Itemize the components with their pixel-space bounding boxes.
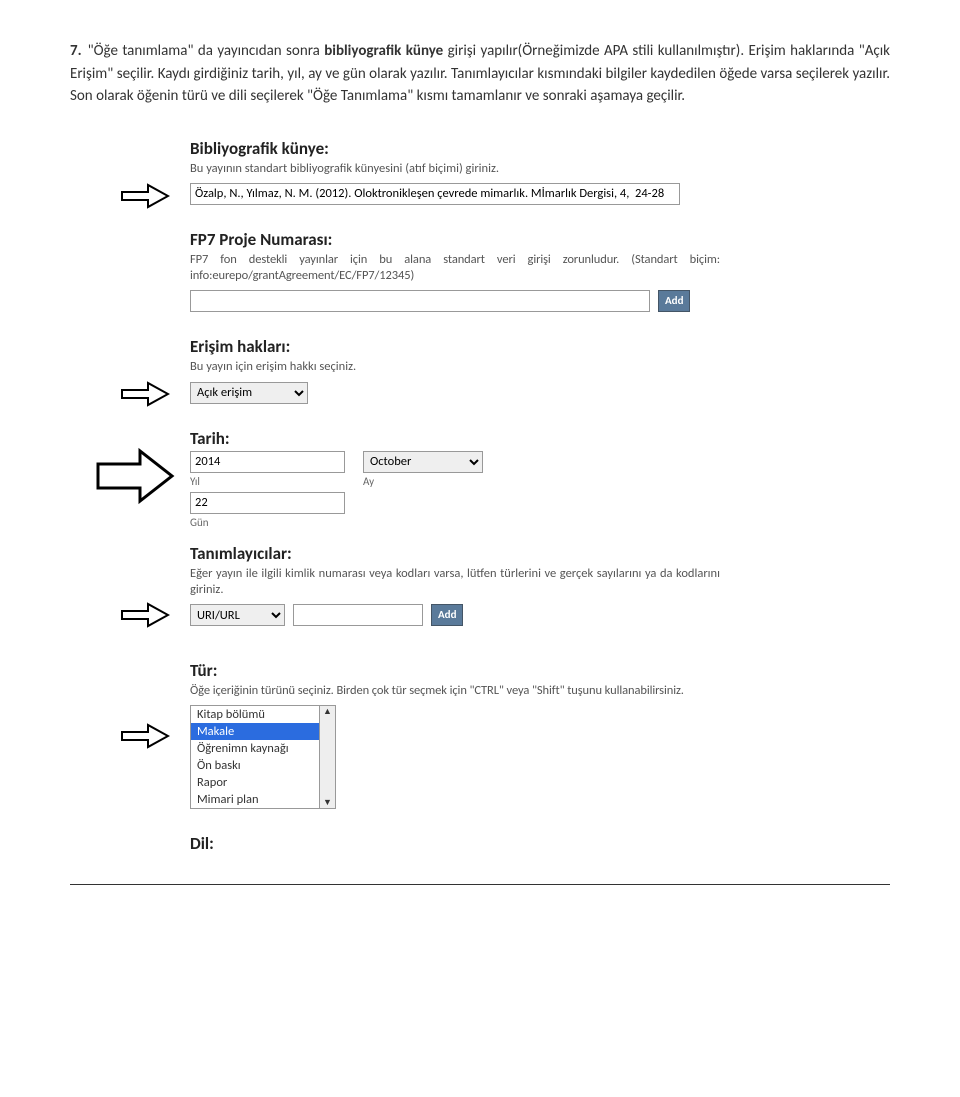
page-divider	[70, 884, 890, 885]
list-number: 7.	[70, 42, 82, 60]
bibliographic-input[interactable]	[190, 183, 680, 205]
type-option[interactable]: Öğrenimn kaynağı	[191, 740, 319, 757]
arrow-icon	[120, 601, 170, 629]
arrow-icon	[120, 722, 170, 750]
fp7-desc: FP7 fon destekli yayınlar için bu alana …	[190, 252, 720, 285]
month-label: Ay	[363, 475, 483, 488]
section-access-rights: Erişim hakları: Bu yayın için erişim hak…	[190, 336, 720, 403]
identifier-type-select[interactable]: URI/URL	[190, 604, 285, 626]
year-input[interactable]	[190, 451, 345, 473]
form-content: Bibliyografik künye: Bu yayının standart…	[190, 138, 720, 886]
type-option[interactable]: Mimari plan	[191, 791, 319, 808]
access-desc: Bu yayın için erişim hakkı seçiniz.	[190, 359, 720, 375]
scroll-up-icon[interactable]: ▲	[320, 706, 335, 717]
bibliographic-desc: Bu yayının standart bibliyografik künyes…	[190, 161, 720, 177]
year-label: Yıl	[190, 475, 345, 488]
identifier-add-button[interactable]: Add	[431, 604, 463, 626]
language-heading: Dil:	[190, 833, 720, 854]
day-label: Gün	[190, 516, 720, 529]
day-input[interactable]	[190, 492, 345, 514]
type-option[interactable]: Rapor	[191, 774, 319, 791]
section-fp7: FP7 Proje Numarası: FP7 fon destekli yay…	[190, 229, 720, 313]
type-listbox[interactable]: Kitap bölümü Makale Öğrenimn kaynağı Ön …	[190, 705, 320, 809]
fp7-heading: FP7 Proje Numarası:	[190, 229, 720, 250]
fp7-input[interactable]	[190, 290, 650, 312]
section-bibliographic: Bibliyografik künye: Bu yayının standart…	[190, 138, 720, 205]
identifier-value-input[interactable]	[293, 604, 423, 626]
type-option[interactable]: Ön baskı	[191, 757, 319, 774]
type-option[interactable]: Kitap bölümü	[191, 706, 319, 723]
listbox-scrollbar[interactable]: ▲▼	[320, 705, 336, 809]
identifiers-desc: Eğer yayın ile ilgili kimlik numarası ve…	[190, 566, 720, 599]
identifiers-heading: Tanımlayıcılar:	[190, 543, 720, 564]
access-heading: Erişim hakları:	[190, 336, 720, 357]
section-date: Tarih: Yıl October Ay Gün	[190, 428, 720, 529]
date-heading: Tarih:	[190, 428, 720, 449]
arrow-icon	[95, 446, 175, 506]
section-language: Dil:	[190, 833, 720, 854]
section-type: Tür: Öğe içeriğinin türünü seçiniz. Bird…	[190, 660, 720, 809]
type-heading: Tür:	[190, 660, 720, 681]
instruction-paragraph: 7."Öğe tanımlama" da yayıncıdan sonra bi…	[70, 40, 890, 108]
bibliographic-heading: Bibliyografik künye:	[190, 138, 720, 159]
arrow-icon	[120, 182, 170, 210]
type-desc: Öğe içeriğinin türünü seçiniz. Birden ço…	[190, 683, 720, 699]
fp7-add-button[interactable]: Add	[658, 290, 690, 312]
month-select[interactable]: October	[363, 451, 483, 473]
section-identifiers: Tanımlayıcılar: Eğer yayın ile ilgili ki…	[190, 543, 720, 627]
access-select[interactable]: Açık erişim	[190, 382, 308, 404]
scroll-down-icon[interactable]: ▼	[320, 797, 335, 808]
type-option-selected[interactable]: Makale	[191, 723, 319, 740]
arrow-icon	[120, 380, 170, 408]
